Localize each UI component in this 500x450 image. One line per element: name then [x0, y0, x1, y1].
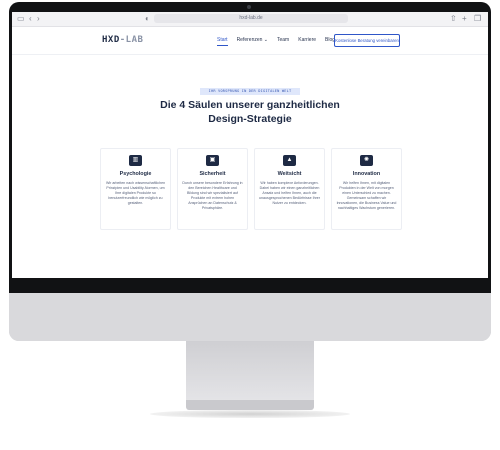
- consultation-button[interactable]: Kostenlose Beratung vereinbaren: [334, 34, 400, 47]
- camera-dot: [247, 5, 251, 9]
- share-icon[interactable]: ⇧: [450, 14, 457, 23]
- url-bar[interactable]: hxd-lab.de: [154, 14, 348, 23]
- book-icon: ▥: [129, 155, 142, 166]
- logo-main: HXD: [102, 35, 120, 45]
- new-tab-icon[interactable]: +: [462, 14, 467, 23]
- lighthouse-icon: ▲: [283, 155, 296, 166]
- stand-shadow: [150, 410, 350, 418]
- imac-chin: [9, 293, 491, 341]
- card-text: Wir haben komplexe Anforderungen. Dabei …: [259, 181, 320, 205]
- pillars-section: ▥ Psychologie Wir arbeiten nach wissensc…: [100, 148, 402, 230]
- card-text: Durch unsere besondere Erfahrung in den …: [182, 181, 243, 210]
- tabs-overview-icon[interactable]: ❐: [474, 14, 481, 23]
- card-title: Psychologie: [119, 171, 152, 177]
- hero-heading-line2: Design-Strategie: [208, 113, 292, 125]
- imac-foot: [186, 400, 314, 410]
- sidebar-toggle-icon[interactable]: ▭: [17, 14, 25, 23]
- back-icon[interactable]: ‹: [29, 14, 32, 23]
- card-title: Sicherheit: [199, 171, 226, 177]
- hero-heading-line1: Die 4 Säulen unserer ganzheitlichen: [160, 99, 340, 111]
- site-navbar: HXD-LAB Start Referenzen ⌄ Team Karriere…: [12, 26, 488, 55]
- nav-referenzen[interactable]: Referenzen ⌄: [237, 37, 268, 46]
- nav-start[interactable]: Start: [217, 37, 228, 46]
- nav-team[interactable]: Team: [277, 37, 289, 46]
- site-logo[interactable]: HXD-LAB: [102, 35, 143, 45]
- browser-toolbar: ▭ ‹ › ◐ hxd-lab.de ⇧ + ❐: [12, 12, 488, 27]
- screen: ▭ ‹ › ◐ hxd-lab.de ⇧ + ❐ HXD-LAB Start R…: [12, 12, 488, 278]
- card-psychologie: ▥ Psychologie Wir arbeiten nach wissensc…: [100, 148, 171, 230]
- nav-karriere[interactable]: Karriere: [298, 37, 316, 46]
- card-title: Innovation: [352, 171, 381, 177]
- privacy-shield-icon[interactable]: ◐: [145, 14, 150, 23]
- card-text: Wir helfen Ihnen, mit digitalen Produkte…: [336, 181, 397, 210]
- card-text: Wir arbeiten nach wissenschaftlichen Pri…: [105, 181, 166, 205]
- main-menu: Start Referenzen ⌄ Team Karriere Blog: [217, 37, 335, 46]
- lightbulb-icon: ✺: [360, 155, 373, 166]
- logo-suffix: -LAB: [119, 35, 144, 45]
- card-title: Weitsicht: [277, 171, 302, 177]
- imac-stand: [186, 341, 314, 401]
- hero-heading: Die 4 Säulen unserer ganzheitlichen Desi…: [112, 98, 388, 126]
- forward-icon[interactable]: ›: [37, 14, 40, 23]
- lock-icon: ▣: [206, 155, 219, 166]
- hero-tagline: IHR VORSPRUNG IN DER DIGITALEN WELT: [200, 88, 300, 95]
- card-weitsicht: ▲ Weitsicht Wir haben komplexe Anforderu…: [254, 148, 325, 230]
- card-sicherheit: ▣ Sicherheit Durch unsere besondere Erfa…: [177, 148, 248, 230]
- card-innovation: ✺ Innovation Wir helfen Ihnen, mit digit…: [331, 148, 402, 230]
